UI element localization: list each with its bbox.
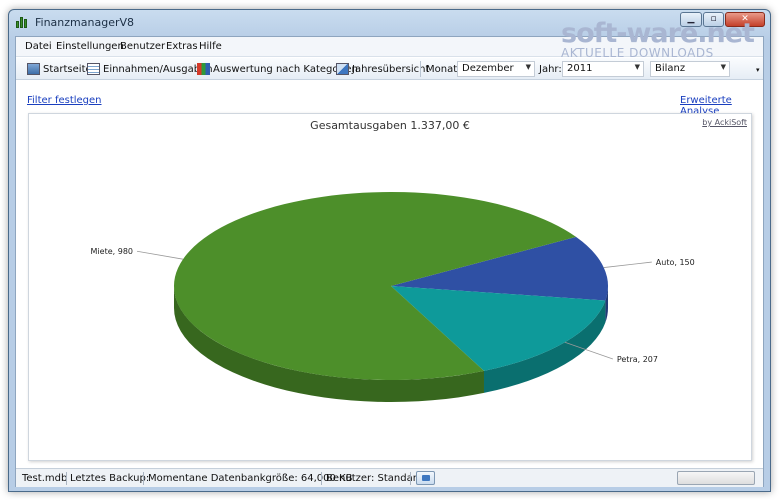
home-label: Startseite: [43, 63, 92, 75]
monitor-icon: [27, 63, 40, 75]
filter-link[interactable]: Filter festlegen: [27, 95, 102, 106]
pie-label-miete: Miete, 980: [91, 247, 133, 256]
watermark-logo: soft-ware.net: [561, 18, 755, 49]
menu-datei[interactable]: Datei: [25, 41, 52, 52]
chevron-down-icon: ▼: [720, 63, 726, 71]
app-window: FinanzmanagerV8 ▁ ▫ ✕ Datei Einstellunge…: [8, 9, 771, 492]
status-separator: [410, 472, 411, 485]
toolbar: Startseite Einnahmen/Ausgaben Auswertung…: [16, 58, 763, 80]
status-user: Benutzer: Standard: [326, 473, 423, 484]
month-select[interactable]: Dezember ▼: [457, 61, 535, 77]
pie-leader-miete: [136, 250, 184, 260]
pie-label-auto: Auto, 150: [656, 258, 695, 267]
status-file: Test.mdb: [22, 473, 68, 484]
chart-panel: Gesamtausgaben 1.337,00 € by AckiSoft Au…: [28, 113, 752, 461]
view-value: Bilanz: [655, 63, 686, 74]
status-bar: Test.mdb Letztes Backup: Momentane Daten…: [16, 468, 763, 487]
menu-extras[interactable]: Extras: [166, 41, 198, 52]
year-value: 2011: [567, 63, 593, 74]
table-icon: [87, 63, 100, 75]
status-separator: [321, 472, 322, 485]
app-bar-chart-icon: [16, 16, 29, 28]
toolbar-separator: [420, 61, 421, 77]
refresh-icon: [422, 475, 430, 481]
year-overview-label: Jahresübersicht: [352, 63, 430, 75]
line-chart-icon: [336, 63, 349, 75]
menu-hilfe[interactable]: Hilfe: [199, 41, 222, 52]
chevron-down-icon: ▼: [525, 63, 531, 71]
window-title: FinanzmanagerV8: [35, 16, 135, 29]
pie-leader-auto: [603, 261, 652, 268]
view-select[interactable]: Bilanz ▼: [650, 61, 730, 77]
month-label: Monat:: [426, 64, 461, 75]
menu-einstellungen[interactable]: Einstellungen: [56, 41, 124, 52]
toolbar-overflow-icon[interactable]: ▾: [756, 66, 760, 74]
progress-bar: [677, 471, 755, 485]
blocks-chart-icon: [197, 63, 210, 75]
pie-label-petra: Petra, 207: [617, 355, 658, 364]
year-select[interactable]: 2011 ▼: [562, 61, 644, 77]
pie-chart: Auto, 150 Petra, 207 Miete, 980: [91, 191, 695, 402]
income-expenses-button[interactable]: Einnahmen/Ausgaben: [87, 61, 213, 77]
refresh-button[interactable]: [416, 471, 435, 485]
category-analysis-button[interactable]: Auswertung nach Kategorien: [197, 61, 358, 77]
chevron-down-icon: ▼: [634, 63, 640, 71]
client-area: Datei Einstellungen Benutzer Extras Hilf…: [15, 36, 764, 487]
month-value: Dezember: [462, 63, 514, 74]
status-backup: Letztes Backup:: [70, 473, 150, 484]
status-separator: [143, 472, 144, 485]
watermark: soft-ware.net AKTUELLE DOWNLOADS: [561, 18, 771, 61]
home-button[interactable]: Startseite: [27, 61, 92, 77]
year-label: Jahr:: [539, 64, 562, 75]
status-separator: [66, 472, 67, 485]
menu-benutzer[interactable]: Benutzer: [120, 41, 165, 52]
year-overview-button[interactable]: Jahresübersicht: [336, 61, 429, 77]
